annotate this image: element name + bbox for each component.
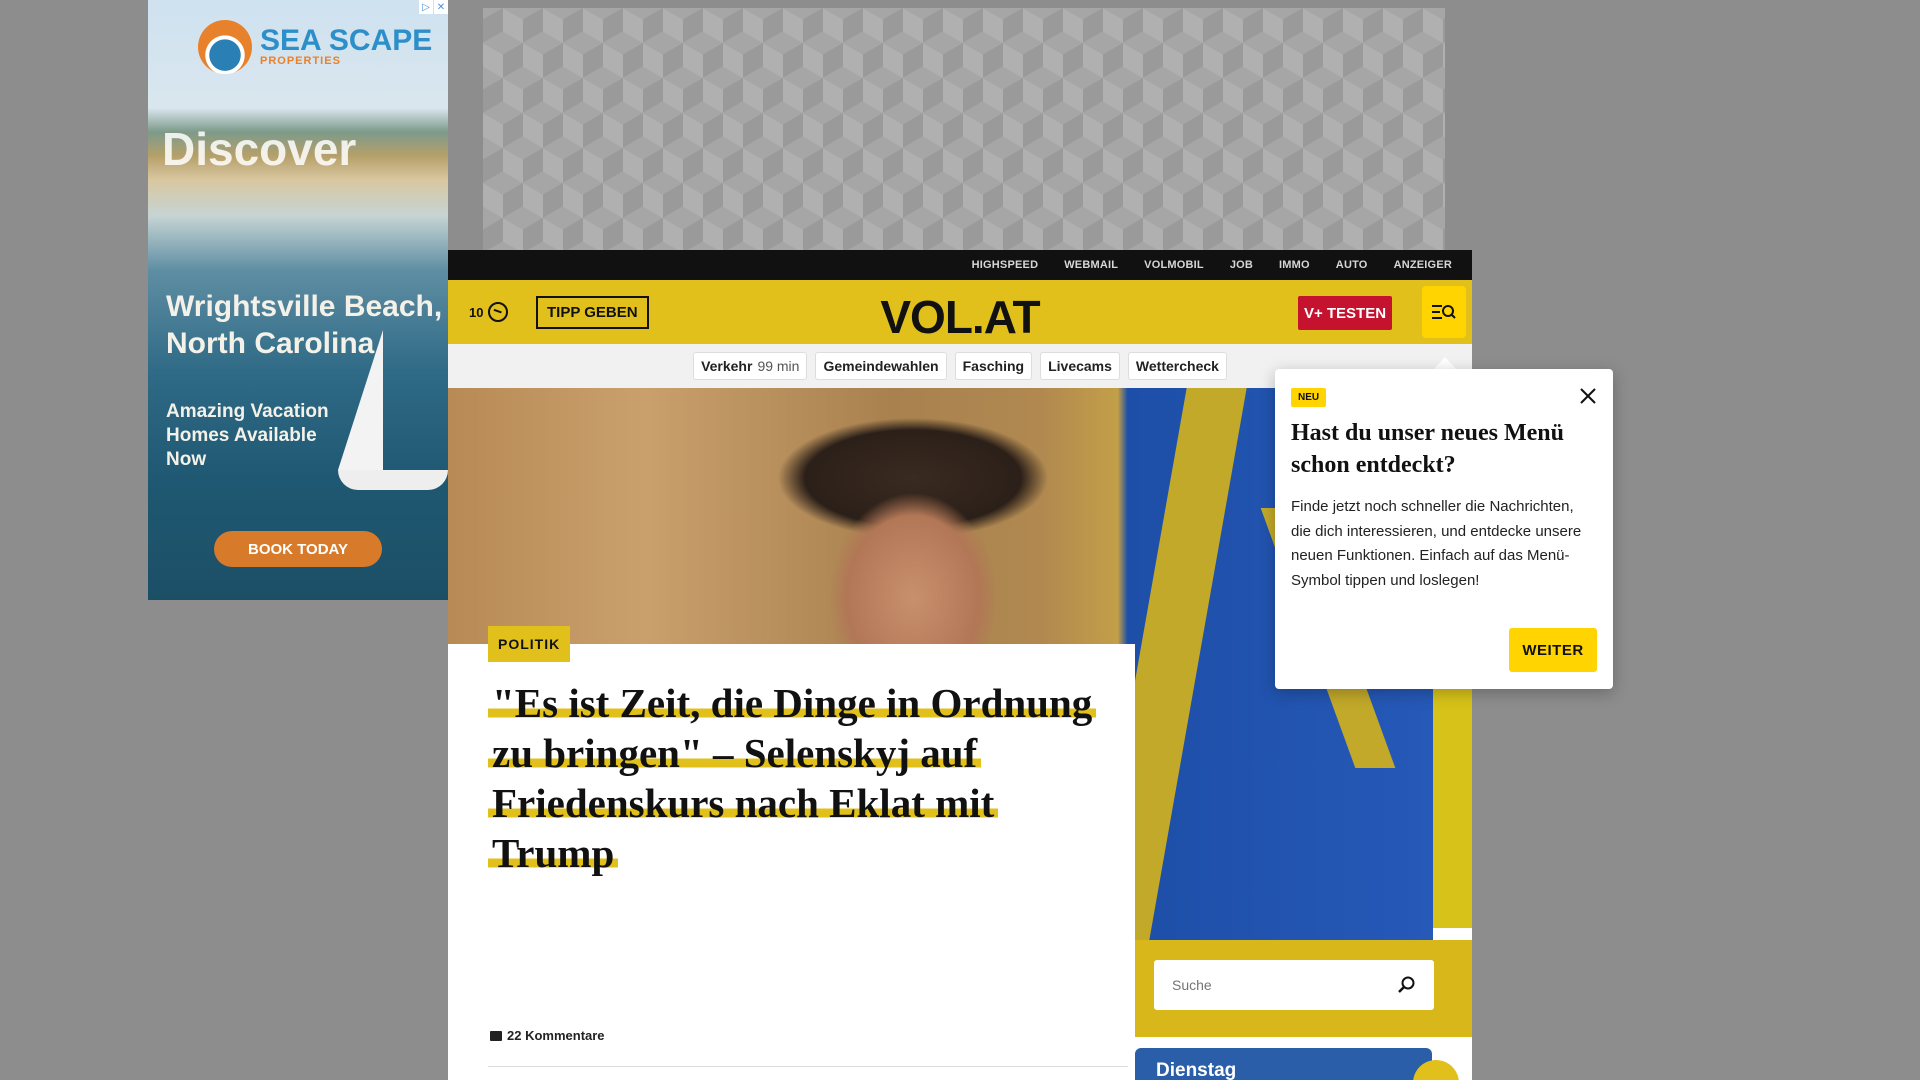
weiter-button[interactable]: WEITER [1509,628,1597,672]
left-ad-banner[interactable]: ▷ ✕ SEA SCAPE PROPERTIES Discover Wright… [148,0,448,600]
ad-logo: SEA SCAPE PROPERTIES [198,20,432,74]
ad-headline: Wrightsville Beach, North Carolina [166,290,443,360]
day-label: Dienstag [1156,1060,1237,1080]
topbar-link-volmobil[interactable]: VOLMOBIL [1144,259,1204,271]
search-input[interactable] [1172,977,1372,993]
sailboat-image [338,330,383,470]
pill-wettercheck[interactable]: Wettercheck [1127,352,1227,380]
new-badge: NEU [1291,388,1327,407]
comments-count: 22 Kommentare [507,1028,605,1043]
close-icon[interactable] [1579,387,1597,405]
new-menu-popover: NEU Hast du unser neues Menü schon entde… [1275,369,1613,689]
menu-search-icon [1432,305,1456,319]
pill-fasching[interactable]: Fasching [954,352,1033,380]
site-header: 10 TIPP GEBEN VOL.AT V+ TESTEN [448,280,1472,344]
pill-gemeindewahlen[interactable]: Gemeindewahlen [815,352,947,380]
menu-search-button[interactable] [1422,286,1466,338]
traffic-pill[interactable]: Verkehr 99 min [693,352,808,380]
boat-hull-image [338,470,448,490]
wave-logo-icon [198,20,252,74]
top-ad-placeholder [483,8,1445,250]
ad-close-icon[interactable]: ✕ [434,0,448,14]
weather-day-card[interactable]: Dienstag [1135,1048,1432,1080]
topbar-link-anzeiger[interactable]: ANZEIGER [1394,259,1452,271]
popover-arrow [1434,357,1456,369]
topbar-link-highspeed[interactable]: HIGHSPEED [972,259,1039,271]
topbar-link-job[interactable]: JOB [1230,259,1253,271]
ad-brand: SEA SCAPE [260,24,433,57]
headline-text[interactable]: "Es ist Zeit, die Dinge in Ordnung zu br… [488,680,1097,876]
popover-text: Finde jetzt noch schneller die Nachricht… [1291,498,1582,589]
category-badge[interactable]: POLITIK [488,626,571,662]
ad-discover-text: Discover [162,123,357,175]
traffic-value: 99 min [757,358,800,374]
pill-livecams[interactable]: Livecams [1040,352,1120,380]
traffic-label: Verkehr [701,358,753,374]
comments-link[interactable]: 22 Kommentare [490,1028,605,1043]
popover-title: Hast du unser neues Menü schon entdeckt? [1291,420,1564,478]
top-service-bar: HIGHSPEED WEBMAIL VOLMOBIL JOB IMMO AUTO… [448,250,1472,280]
comment-icon [490,1030,502,1041]
search-field[interactable] [1154,960,1434,1010]
topbar-link-webmail[interactable]: WEBMAIL [1064,259,1118,271]
vplus-testen-button[interactable]: V+ TESTEN [1298,296,1392,330]
article-headline[interactable]: "Es ist Zeit, die Dinge in Ordnung zu br… [488,678,1128,878]
book-today-button[interactable]: BOOK TODAY [214,531,382,567]
ad-choices-badge[interactable]: ▷ ✕ [419,0,448,14]
ad-info-icon[interactable]: ▷ [419,0,433,14]
ad-subline: Amazing Vacation Homes Available Now [166,401,329,470]
divider [488,1066,1128,1067]
topbar-link-immo[interactable]: IMMO [1279,259,1310,271]
topbar-link-auto[interactable]: AUTO [1336,259,1368,271]
search-icon[interactable] [1398,976,1416,994]
